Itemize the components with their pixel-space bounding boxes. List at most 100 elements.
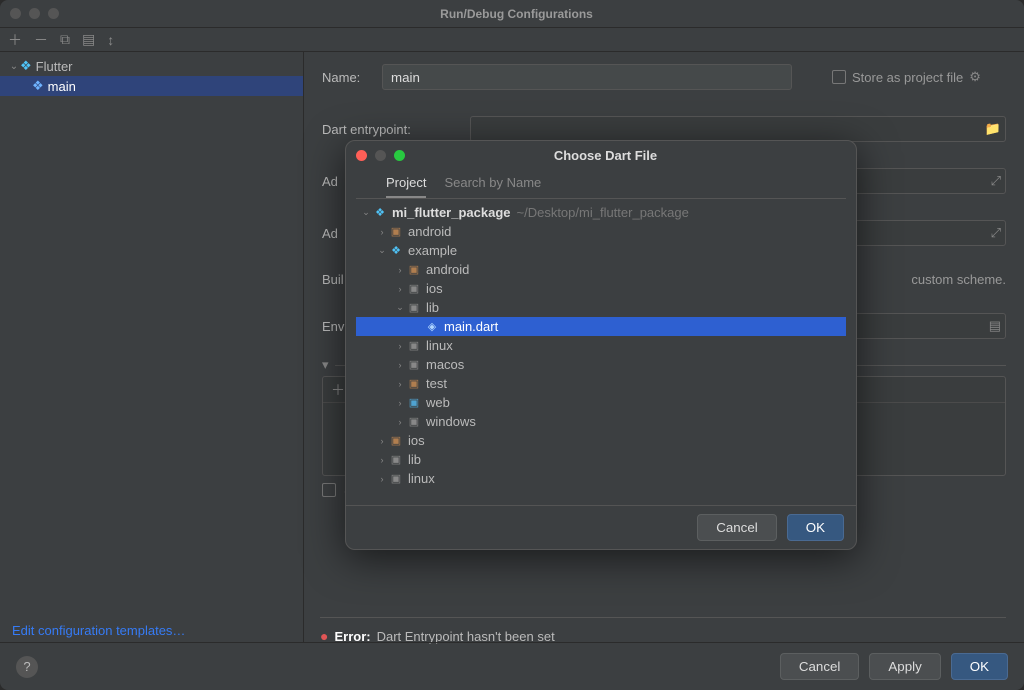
tree-folder-ex-windows[interactable]: ›▣windows bbox=[356, 412, 846, 431]
chevron-right-icon: › bbox=[376, 474, 388, 484]
close-icon[interactable] bbox=[10, 8, 21, 19]
checkbox-icon[interactable] bbox=[322, 483, 336, 497]
sort-config-icon[interactable]: ↕ bbox=[107, 32, 114, 48]
add-task-icon[interactable]: ＋ bbox=[331, 380, 345, 400]
entrypoint-label: Dart entrypoint: bbox=[322, 122, 470, 137]
entrypoint-input[interactable]: 📁 bbox=[470, 116, 1006, 142]
chevron-down-icon[interactable]: ▾ bbox=[322, 357, 335, 373]
sidebar-root-label: Flutter bbox=[36, 59, 73, 74]
modal-ok-button[interactable]: OK bbox=[787, 514, 844, 541]
tree-folder-lib[interactable]: ›▣lib bbox=[356, 450, 846, 469]
edit-templates-link[interactable]: Edit configuration templates… bbox=[12, 623, 185, 638]
list-icon[interactable]: ▤ bbox=[989, 318, 1001, 334]
folder-icon: ▣ bbox=[406, 358, 422, 371]
name-label: Name: bbox=[322, 70, 382, 85]
gear-icon[interactable]: ⚙ bbox=[969, 69, 981, 85]
entrypoint-row: Dart entrypoint: 📁 bbox=[322, 116, 1006, 142]
chevron-right-icon: › bbox=[376, 436, 388, 446]
name-row: Name: Store as project file ⚙ bbox=[322, 64, 1006, 90]
apply-button[interactable]: Apply bbox=[869, 653, 940, 680]
footer: ? Cancel Apply OK bbox=[0, 642, 1024, 690]
save-config-icon[interactable]: ▤ bbox=[82, 31, 95, 48]
modal-traffic-lights bbox=[356, 150, 405, 161]
store-label: Store as project file bbox=[852, 70, 963, 85]
checkbox-icon bbox=[832, 70, 846, 84]
tree-folder-linux[interactable]: ›▣linux bbox=[356, 469, 846, 488]
chevron-down-icon: ⌄ bbox=[8, 61, 20, 72]
help-button[interactable]: ? bbox=[16, 656, 38, 678]
config-name-input[interactable] bbox=[382, 64, 792, 90]
copy-config-icon[interactable]: ⧉ bbox=[60, 31, 70, 48]
folder-icon: ▣ bbox=[406, 396, 422, 409]
flutter-icon: ❖ bbox=[32, 78, 44, 94]
sidebar-item-label: main bbox=[48, 79, 76, 94]
tab-search-by-name[interactable]: Search by Name bbox=[444, 175, 541, 198]
ok-button[interactable]: OK bbox=[951, 653, 1008, 680]
modal-tabs: Project Search by Name bbox=[356, 169, 846, 199]
modal-title: Choose Dart File bbox=[405, 148, 806, 163]
dart-file-icon: ◈ bbox=[424, 320, 440, 333]
folder-icon: ▣ bbox=[406, 415, 422, 428]
choose-dart-file-dialog: Choose Dart File Project Search by Name … bbox=[345, 140, 857, 550]
window-title: Run/Debug Configurations bbox=[59, 7, 974, 21]
titlebar: Run/Debug Configurations bbox=[0, 0, 1024, 28]
modal-footer: Cancel OK bbox=[346, 505, 856, 549]
expand-icon[interactable]: ⤢ bbox=[991, 225, 1001, 241]
sidebar: ⌄ ❖ Flutter ❖ main bbox=[0, 52, 304, 642]
run-debug-window: Run/Debug Configurations ＋ － ⧉ ▤ ↕ ⌄ ❖ F… bbox=[0, 0, 1024, 690]
flutter-icon: ❖ bbox=[20, 58, 32, 74]
chevron-down-icon: ⌄ bbox=[376, 245, 388, 256]
chevron-right-icon: › bbox=[394, 284, 406, 294]
minimize-icon[interactable] bbox=[375, 150, 386, 161]
store-as-project-file[interactable]: Store as project file ⚙ bbox=[832, 69, 981, 85]
folder-icon: ▣ bbox=[388, 453, 404, 466]
build-hint: custom scheme. bbox=[911, 272, 1006, 287]
folder-icon: ▣ bbox=[406, 377, 422, 390]
folder-icon: ▣ bbox=[406, 339, 422, 352]
tree-folder-android[interactable]: ›▣android bbox=[356, 222, 846, 241]
close-icon[interactable] bbox=[356, 150, 367, 161]
tree-file-main-dart[interactable]: ◈main.dart bbox=[356, 317, 846, 336]
project-path: ~/Desktop/mi_flutter_package bbox=[517, 205, 689, 220]
folder-icon: ▣ bbox=[388, 434, 404, 447]
tree-folder-ex-lib[interactable]: ⌄▣lib bbox=[356, 298, 846, 317]
folder-icon: ▣ bbox=[406, 301, 422, 314]
zoom-icon[interactable] bbox=[394, 150, 405, 161]
chevron-right-icon: › bbox=[394, 379, 406, 389]
folder-icon: ▣ bbox=[388, 472, 404, 485]
folder-icon: ▣ bbox=[406, 263, 422, 276]
config-toolbar: ＋ － ⧉ ▤ ↕ bbox=[0, 28, 1024, 52]
chevron-right-icon: › bbox=[376, 227, 388, 237]
project-name: mi_flutter_package bbox=[392, 205, 511, 220]
traffic-lights bbox=[10, 8, 59, 19]
tab-project[interactable]: Project bbox=[386, 175, 426, 198]
minimize-icon[interactable] bbox=[29, 8, 40, 19]
remove-config-icon[interactable]: － bbox=[34, 30, 48, 50]
chevron-right-icon: › bbox=[394, 360, 406, 370]
cancel-button[interactable]: Cancel bbox=[780, 653, 860, 680]
modal-cancel-button[interactable]: Cancel bbox=[697, 514, 777, 541]
zoom-icon[interactable] bbox=[48, 8, 59, 19]
flutter-icon: ❖ bbox=[388, 244, 404, 257]
add-config-icon[interactable]: ＋ bbox=[8, 30, 22, 50]
tree-folder-ios[interactable]: ›▣ios bbox=[356, 431, 846, 450]
flutter-icon: ❖ bbox=[372, 206, 388, 219]
tree-folder-ex-web[interactable]: ›▣web bbox=[356, 393, 846, 412]
tree-folder-ex-ios[interactable]: ›▣ios bbox=[356, 279, 846, 298]
tree-folder-example[interactable]: ⌄❖example bbox=[356, 241, 846, 260]
folder-icon[interactable]: 📁 bbox=[985, 121, 1001, 137]
chevron-down-icon: ⌄ bbox=[394, 302, 406, 313]
sidebar-root-flutter[interactable]: ⌄ ❖ Flutter bbox=[0, 56, 303, 76]
sidebar-item-main[interactable]: ❖ main bbox=[0, 76, 303, 96]
project-tree[interactable]: ⌄ ❖ mi_flutter_package ~/Desktop/mi_flut… bbox=[346, 199, 856, 505]
chevron-right-icon: › bbox=[394, 417, 406, 427]
tree-folder-ex-android[interactable]: ›▣android bbox=[356, 260, 846, 279]
tree-project-root[interactable]: ⌄ ❖ mi_flutter_package ~/Desktop/mi_flut… bbox=[356, 203, 846, 222]
tree-folder-ex-test[interactable]: ›▣test bbox=[356, 374, 846, 393]
error-bar: ● Error: Dart Entrypoint hasn't been set bbox=[320, 617, 1006, 644]
chevron-down-icon: ⌄ bbox=[360, 207, 372, 218]
tree-folder-ex-macos[interactable]: ›▣macos bbox=[356, 355, 846, 374]
expand-icon[interactable]: ⤢ bbox=[991, 173, 1001, 189]
modal-titlebar: Choose Dart File bbox=[346, 141, 856, 169]
tree-folder-ex-linux[interactable]: ›▣linux bbox=[356, 336, 846, 355]
